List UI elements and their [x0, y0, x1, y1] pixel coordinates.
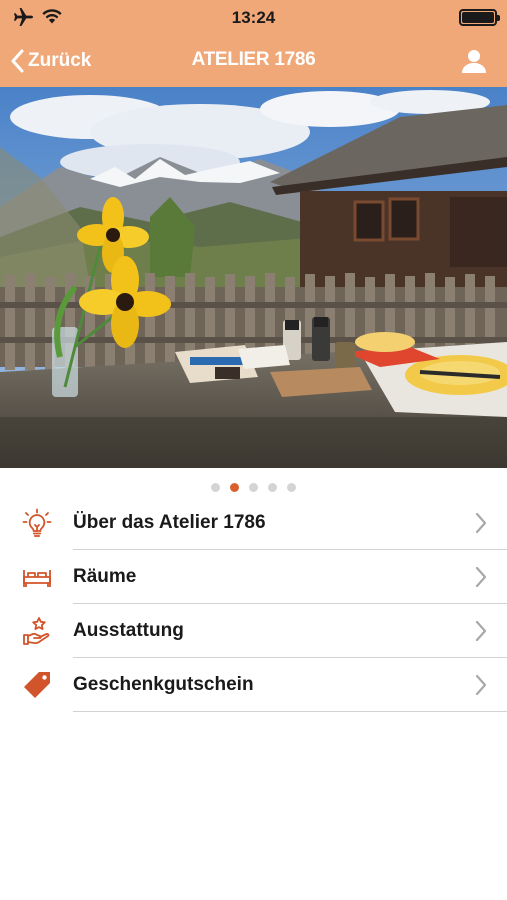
tag-icon	[24, 672, 50, 698]
status-time: 13:24	[231, 8, 276, 27]
menu-list: Über das Atelier 1786 Räume Ausstattung …	[0, 496, 507, 712]
chevron-right-icon	[475, 512, 487, 534]
menu-item-label: Räume	[73, 566, 137, 587]
page-dot[interactable]	[268, 483, 277, 492]
menu-item-label: Ausstattung	[73, 620, 184, 641]
page-indicator[interactable]	[0, 483, 507, 495]
divider	[73, 710, 507, 712]
menu-item-label: Geschenkgutschein	[73, 674, 254, 695]
bed-icon	[23, 570, 51, 587]
page-dot[interactable]	[287, 483, 296, 492]
menu-item-amenities[interactable]: Ausstattung	[0, 604, 507, 658]
menu-item-rooms[interactable]: Räume	[0, 550, 507, 604]
battery-icon	[459, 9, 500, 26]
lightbulb-icon	[22, 508, 52, 537]
page-dot[interactable]	[211, 483, 220, 492]
chevron-right-icon	[475, 674, 487, 696]
menu-item-gift-voucher[interactable]: Geschenkgutschein	[0, 658, 507, 712]
status-bar: 13:24	[0, 0, 507, 34]
chevron-right-icon	[475, 620, 487, 642]
menu-item-label: Über das Atelier 1786	[73, 512, 266, 533]
chevron-right-icon	[475, 566, 487, 588]
header-bar: 13:24 Zurück ATELIER 1786	[0, 0, 507, 87]
page-dot[interactable]	[249, 483, 258, 492]
menu-item-about[interactable]: Über das Atelier 1786	[0, 496, 507, 550]
user-profile-icon[interactable]	[461, 48, 487, 74]
image-carousel[interactable]	[0, 87, 507, 468]
hero-photo	[0, 87, 507, 468]
navigation-bar: Zurück ATELIER 1786	[0, 34, 507, 87]
page-dot[interactable]	[230, 483, 239, 492]
page-title: ATELIER 1786	[191, 49, 316, 70]
hand-star-icon	[23, 617, 50, 645]
